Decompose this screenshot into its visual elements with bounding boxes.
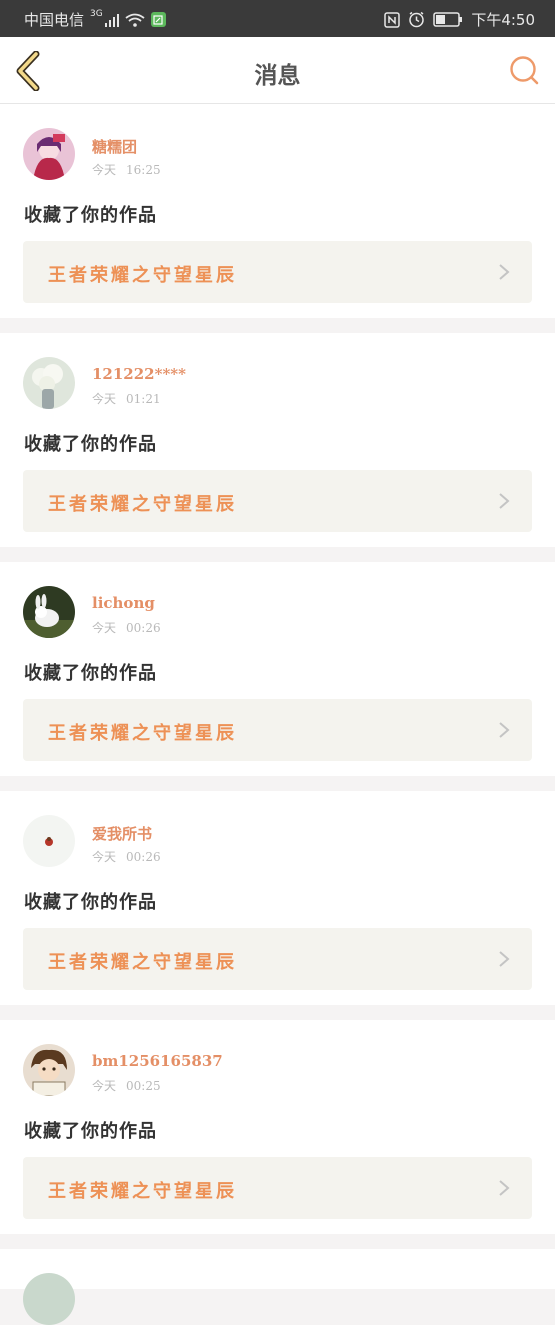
status-bar-right: 下午4:50 <box>384 9 535 30</box>
timestamp-day: 今天 <box>92 392 117 406</box>
timestamp: 今天 16:25 <box>92 161 161 178</box>
action-text: 收藏了你的作品 <box>24 434 157 455</box>
chevron-right-icon <box>499 493 510 509</box>
avatar[interactable] <box>23 586 75 638</box>
message-card: bm1256165837 今天 00:25 收藏了你的作品 王者荣耀之守望星辰 <box>0 1020 555 1234</box>
action-text: 收藏了你的作品 <box>24 892 157 913</box>
timestamp: 今天 01:21 <box>92 390 161 407</box>
message-card: 爱我所书 今天 00:26 收藏了你的作品 王者荣耀之守望星辰 <box>0 791 555 1005</box>
timestamp-time: 16:25 <box>126 163 161 177</box>
timestamp-day: 今天 <box>92 163 117 177</box>
header-bar: 消息 <box>0 37 555 104</box>
action-text: 收藏了你的作品 <box>24 663 157 684</box>
message-card-partial <box>0 1249 555 1325</box>
work-title: 王者荣耀之守望星辰 <box>48 952 237 973</box>
work-link[interactable]: 王者荣耀之守望星辰 <box>23 699 532 761</box>
timestamp: 今天 00:26 <box>92 619 161 636</box>
work-link[interactable]: 王者荣耀之守望星辰 <box>23 928 532 990</box>
work-link[interactable]: 王者荣耀之守望星辰 <box>23 470 532 532</box>
timestamp-time: 00:26 <box>126 850 161 864</box>
status-time: 下午4:50 <box>471 11 535 29</box>
username[interactable]: 121222**** <box>92 365 186 383</box>
username[interactable]: 糖糯团 <box>92 136 137 157</box>
battery-icon <box>433 12 463 27</box>
timestamp: 今天 00:25 <box>92 1077 161 1094</box>
avatar[interactable] <box>23 1044 75 1096</box>
timestamp-time: 00:26 <box>126 621 161 635</box>
timestamp-day: 今天 <box>92 621 117 635</box>
timestamp: 今天 00:26 <box>92 848 161 865</box>
username[interactable]: lichong <box>92 594 155 612</box>
avatar[interactable] <box>23 357 75 409</box>
message-card: lichong 今天 00:26 收藏了你的作品 王者荣耀之守望星辰 <box>0 562 555 776</box>
nfc-icon <box>384 11 401 28</box>
work-link[interactable]: 王者荣耀之守望星辰 <box>23 1157 532 1219</box>
timestamp-day: 今天 <box>92 1079 117 1093</box>
network-type: 3G <box>90 8 103 19</box>
message-list: 糖糯团 今天 16:25 收藏了你的作品 王者荣耀之守望星辰 121222****… <box>0 104 555 1325</box>
page-title: 消息 <box>254 62 301 89</box>
work-title: 王者荣耀之守望星辰 <box>48 494 237 515</box>
chevron-right-icon <box>499 951 510 967</box>
message-card: 121222**** 今天 01:21 收藏了你的作品 王者荣耀之守望星辰 <box>0 333 555 547</box>
timestamp-time: 00:25 <box>126 1079 161 1093</box>
username[interactable]: bm1256165837 <box>92 1052 223 1070</box>
signal-icon <box>104 13 119 27</box>
timestamp-time: 01:21 <box>126 392 161 406</box>
message-card: 糖糯团 今天 16:25 收藏了你的作品 王者荣耀之守望星辰 <box>0 104 555 318</box>
action-text: 收藏了你的作品 <box>24 205 157 226</box>
avatar[interactable] <box>23 815 75 867</box>
search-button[interactable] <box>509 55 541 87</box>
wifi-icon <box>125 13 145 27</box>
timestamp-day: 今天 <box>92 850 117 864</box>
avatar[interactable] <box>23 1273 75 1325</box>
search-icon <box>510 56 539 85</box>
carrier-name: 中国电信 <box>24 11 85 29</box>
work-title: 王者荣耀之守望星辰 <box>48 1181 237 1202</box>
notification-app-icon <box>150 12 166 27</box>
username[interactable]: 爱我所书 <box>92 823 152 844</box>
work-link[interactable]: 王者荣耀之守望星辰 <box>23 241 532 303</box>
chevron-right-icon <box>499 264 510 280</box>
avatar[interactable] <box>23 128 75 180</box>
work-title: 王者荣耀之守望星辰 <box>48 265 237 286</box>
chevron-right-icon <box>499 1180 510 1196</box>
alarm-icon <box>408 11 425 28</box>
work-title: 王者荣耀之守望星辰 <box>48 723 237 744</box>
status-bar-left: 中国电信 3G <box>24 9 166 30</box>
action-text: 收藏了你的作品 <box>24 1121 157 1142</box>
status-bar: 中国电信 3G 下午4:50 <box>0 0 555 37</box>
chevron-right-icon <box>499 722 510 738</box>
